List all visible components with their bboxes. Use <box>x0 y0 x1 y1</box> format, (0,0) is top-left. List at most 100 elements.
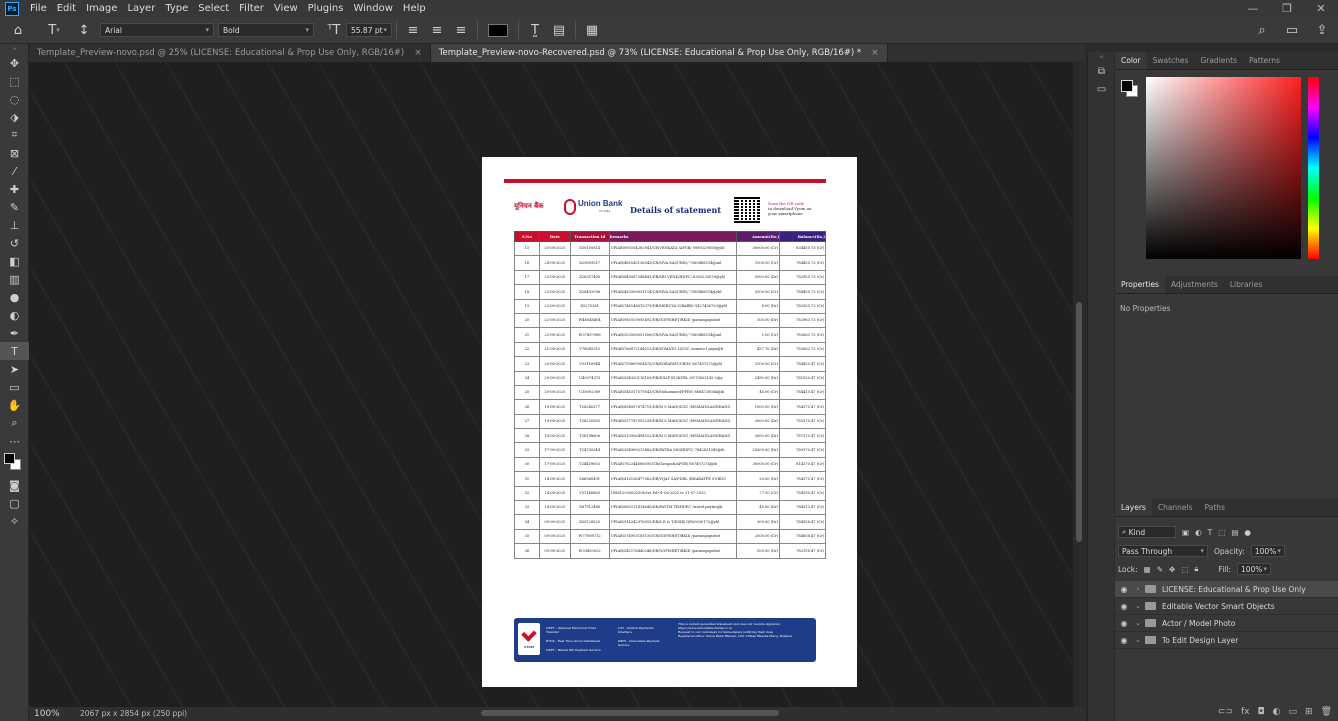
dodge-tool-icon[interactable]: ◐ <box>0 306 29 324</box>
delete-layer-icon[interactable]: 🗑︎ <box>1321 707 1332 717</box>
crop-tool-icon[interactable]: ⌗ <box>0 126 29 144</box>
document-info[interactable]: 2067 px x 2854 px (250 ppi) <box>80 709 187 718</box>
foreground-color-swatch[interactable] <box>1121 80 1133 92</box>
text-color-swatch[interactable] <box>488 23 508 37</box>
scrollbar-thumb[interactable] <box>1076 302 1082 542</box>
tab-document-2[interactable]: Template_Preview-novo-Recovered.psd @ 73… <box>430 44 888 62</box>
lock-transparent-icon[interactable]: ▦ <box>1144 565 1151 574</box>
lock-position-icon[interactable]: ✥ <box>1169 565 1175 574</box>
tab-color[interactable]: Color <box>1115 52 1147 69</box>
align-right-icon[interactable]: ≡ <box>449 19 473 41</box>
menu-select[interactable]: Select <box>193 0 234 17</box>
opacity-field[interactable]: 100% ▾ <box>1250 545 1285 557</box>
quick-mask-icon[interactable]: ◙ <box>0 476 29 494</box>
close-icon[interactable]: × <box>414 48 422 58</box>
menu-plugins[interactable]: Plugins <box>303 0 349 17</box>
tab-layers[interactable]: Layers <box>1115 499 1152 516</box>
chevron-down-icon[interactable]: ⌄ <box>1133 636 1143 644</box>
color-picker-field[interactable] <box>1146 77 1301 259</box>
document-page[interactable]: यूनियन बैंक Union Bank of India Details … <box>482 157 857 687</box>
search-icon[interactable]: ⌕ <box>1250 20 1274 42</box>
blend-mode-select[interactable]: Pass Through ▾ <box>1118 545 1208 557</box>
align-center-icon[interactable]: ≡ <box>425 19 449 41</box>
workspace-icon[interactable]: ▭ <box>1280 20 1304 42</box>
filter-type-icon[interactable]: T <box>1208 528 1213 537</box>
share-icon[interactable]: ⇪ <box>1310 20 1334 42</box>
close-icon[interactable]: ✕ <box>1304 0 1338 17</box>
menu-image[interactable]: Image <box>81 0 122 17</box>
layer-item[interactable]: ◉ ⌄ Actor / Model Photo <box>1115 615 1338 632</box>
filter-pixel-icon[interactable]: ▣ <box>1182 528 1189 537</box>
font-size-field[interactable]: 55.87 pt ▾ <box>346 23 392 37</box>
home-icon[interactable]: ⌂ <box>0 19 36 41</box>
tab-document-1[interactable]: Template_Preview-novo.psd @ 25% (LICENSE… <box>29 44 431 62</box>
type-tool-preset-icon[interactable]: T ▾ <box>36 19 72 41</box>
generative-icon[interactable]: ✧ <box>0 512 29 530</box>
tab-channels[interactable]: Channels <box>1152 499 1199 516</box>
menu-help[interactable]: Help <box>398 0 431 17</box>
chevron-down-icon[interactable]: ⌄ <box>1133 602 1143 610</box>
layer-effects-icon[interactable]: fx <box>1241 707 1250 717</box>
align-left-icon[interactable]: ≡ <box>401 19 425 41</box>
blur-tool-icon[interactable]: ● <box>0 288 29 306</box>
foreground-color-swatch[interactable] <box>4 453 15 464</box>
layer-item[interactable]: ◉ ⌄ Editable Vector Smart Objects <box>1115 598 1338 615</box>
chevron-right-icon[interactable]: › <box>1133 585 1143 593</box>
menu-edit[interactable]: Edit <box>52 0 81 17</box>
font-family-select[interactable]: Arial ▾ <box>100 23 214 37</box>
collapse-icon[interactable]: « <box>1088 52 1115 62</box>
history-brush-tool-icon[interactable]: ↺ <box>0 234 29 252</box>
object-select-tool-icon[interactable]: ⬗ <box>0 108 29 126</box>
fill-field[interactable]: 100% ▾ <box>1236 563 1271 575</box>
move-tool-icon[interactable]: ✥ <box>0 54 29 72</box>
hue-slider[interactable] <box>1308 77 1319 259</box>
zoom-tool-icon[interactable]: ⌕ <box>0 414 29 432</box>
layer-kind-filter[interactable]: ⌕ Kind <box>1118 526 1176 538</box>
color-swatches[interactable] <box>0 450 29 476</box>
3d-icon[interactable]: ▦ <box>580 19 604 41</box>
hand-tool-icon[interactable]: ✋ <box>0 396 29 414</box>
vertical-scrollbar[interactable] <box>1073 62 1085 707</box>
lock-image-icon[interactable]: ✎ <box>1157 565 1163 574</box>
type-tool-icon[interactable]: T <box>0 342 29 360</box>
filter-shape-icon[interactable]: ⬚ <box>1218 528 1225 537</box>
link-layers-icon[interactable]: ⊂⊃ <box>1218 707 1233 717</box>
chevron-down-icon[interactable]: ⌄ <box>1133 619 1143 627</box>
visibility-eye-icon[interactable]: ◉ <box>1115 619 1133 628</box>
scrollbar-thumb[interactable] <box>481 710 779 716</box>
brush-tool-icon[interactable]: ✎ <box>0 198 29 216</box>
minimize-icon[interactable]: — <box>1236 0 1270 17</box>
font-style-select[interactable]: Bold ▾ <box>218 23 314 37</box>
eraser-tool-icon[interactable]: ◧ <box>0 252 29 270</box>
visibility-eye-icon[interactable]: ◉ <box>1115 585 1133 594</box>
history-panel-icon[interactable]: ⧉ <box>1088 62 1115 80</box>
gradient-tool-icon[interactable]: ▥ <box>0 270 29 288</box>
filter-toggle-icon[interactable]: ● <box>1244 528 1251 537</box>
new-layer-icon[interactable]: ⊞ <box>1305 707 1313 717</box>
layer-item[interactable]: ◉ ⌄ To Edit Design Layer <box>1115 632 1338 649</box>
rectangle-tool-icon[interactable]: ▭ <box>0 378 29 396</box>
lock-artboard-icon[interactable]: ⬚ <box>1181 565 1188 574</box>
toggle-text-orientation-icon[interactable]: ↕ <box>72 19 96 41</box>
lasso-tool-icon[interactable]: ◌ <box>0 90 29 108</box>
pen-tool-icon[interactable]: ✒ <box>0 324 29 342</box>
layer-item[interactable]: ◉ › LICENSE: Educational & Prop Use Only <box>1115 581 1338 598</box>
visibility-eye-icon[interactable]: ◉ <box>1115 636 1133 645</box>
close-icon[interactable]: × <box>871 48 879 58</box>
tab-swatches[interactable]: Swatches <box>1147 52 1195 69</box>
collapse-icon[interactable]: » <box>0 44 29 54</box>
tab-libraries[interactable]: Libraries <box>1224 276 1268 293</box>
tab-gradients[interactable]: Gradients <box>1194 52 1243 69</box>
menu-window[interactable]: Window <box>348 0 397 17</box>
menu-type[interactable]: Type <box>160 0 193 17</box>
new-group-icon[interactable]: ▭ <box>1289 707 1298 717</box>
horizontal-scrollbar[interactable] <box>29 707 1085 721</box>
filter-smart-object-icon[interactable]: ▤ <box>1231 528 1238 537</box>
adjustment-layer-icon[interactable]: ◐ <box>1273 707 1281 717</box>
lock-all-icon[interactable]: 🔒︎ <box>1194 564 1198 574</box>
more-tools-icon[interactable]: ⋯ <box>0 432 29 450</box>
eyedropper-tool-icon[interactable]: ⁄ <box>0 162 29 180</box>
tab-adjustments[interactable]: Adjustments <box>1165 276 1224 293</box>
stamp-tool-icon[interactable]: ⊥ <box>0 216 29 234</box>
tab-paths[interactable]: Paths <box>1199 499 1231 516</box>
